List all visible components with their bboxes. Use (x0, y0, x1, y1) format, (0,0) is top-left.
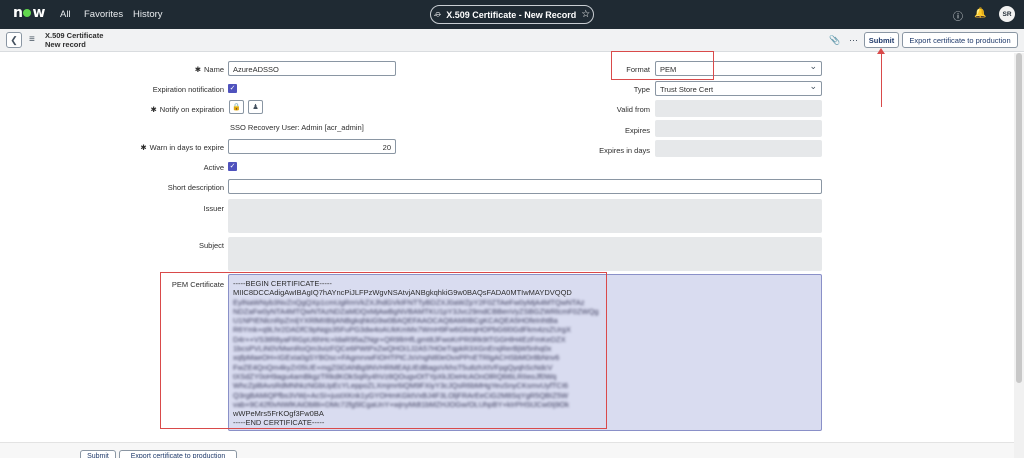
format-label: Format (626, 65, 650, 74)
format-select[interactable]: PEM (655, 61, 822, 76)
nav-favorites[interactable]: Favorites (84, 9, 123, 20)
users-icon: ♟ (252, 104, 259, 111)
subject-label: Subject (198, 241, 224, 250)
pem-line: -----BEGIN CERTIFICATE----- (233, 279, 332, 288)
bell-icon[interactable]: 🔔 (974, 8, 986, 19)
chevron-left-icon: ❮ (10, 34, 18, 45)
nav-all[interactable]: All (60, 9, 71, 20)
record-title: X.509 Certificate - New Record (446, 9, 577, 20)
warn-days-field[interactable]: 20 (228, 139, 396, 154)
issuer-label: Issuer (203, 204, 224, 213)
help-icon[interactable]: ⓘ (953, 8, 963, 23)
valid-from-field (655, 100, 822, 117)
submit-button-bottom[interactable]: Submit (80, 450, 116, 458)
pem-line: D4r++VS3tR8yaFRGpU6hHc+ldaR95aZNgr+QR9ll… (233, 334, 566, 344)
active-checkbox[interactable]: ✓ (228, 162, 237, 171)
active-label: Active (203, 163, 224, 172)
pem-line: FwZE4QnQm4kyZr05UE+mgZ0iDAhBg9NVHRMEAjUE… (233, 362, 553, 372)
pem-line: vab+9C42f0vNWlKAiObl8i+DMc72fg5lCgaUnY+w… (233, 399, 569, 409)
type-select[interactable]: Trust Store Cert (655, 81, 822, 96)
scrollbar-thumb[interactable] (1016, 53, 1022, 383)
servicenow-logo[interactable]: nw (13, 5, 45, 21)
pem-line: Q3rgBAMiQPfbs3VWj+AcSI+justXKnk1yGYOHmKG… (233, 390, 569, 400)
notify-recipient-text: SSO Recovery User: Admin [acr_admin] (230, 123, 364, 132)
warn-days-label: ✱ Warn in days to expire (140, 143, 224, 152)
back-button[interactable]: ❮ (6, 32, 22, 48)
pem-line: -----END CERTIFICATE----- (233, 418, 325, 428)
pem-line: U1NPIENlcnRpZmljYXRlMIIBIjANBgkqhkiG9w0B… (233, 316, 558, 326)
type-label: Type (633, 85, 650, 94)
expires-in-days-label: Expires in days (599, 146, 650, 155)
expires-in-days-field (655, 140, 822, 157)
expires-field (655, 120, 822, 137)
top-navigation: nw All Favorites History ⌮ X.509 Certifi… (0, 0, 1024, 29)
required-icon: ✱ (140, 143, 147, 152)
star-icon[interactable]: ☆ (581, 9, 590, 20)
form-title-record: New record (45, 39, 86, 49)
record-title-pill[interactable]: ⌮ X.509 Certificate - New Record ☆ (430, 5, 594, 24)
pem-certificate-textarea[interactable]: -----BEGIN CERTIFICATE----- MIIC8DCCAdig… (228, 274, 822, 431)
required-icon: ✱ (194, 65, 201, 74)
export-certificate-button[interactable]: Export certificate to production (902, 32, 1018, 48)
expiration-notification-checkbox[interactable]: ✓ (228, 84, 237, 93)
lock-icon: 🔒 (232, 104, 241, 111)
issuer-field (228, 199, 822, 233)
name-field[interactable]: AzureADSSO (228, 61, 396, 76)
required-icon: ✱ (150, 105, 157, 114)
name-label: ✱ Name (194, 65, 224, 74)
record-context-icon: ⌮ (433, 9, 442, 20)
pem-line: 1bcsPVLiN0VMwnRoQm3vizFQCe6PWtPxZwQHOi1J… (233, 344, 552, 354)
pem-line: MIIC8DCCAdigAwIBAgIQ7hAYncPiJLFPzWgvNSAt… (233, 288, 572, 298)
lock-button[interactable]: 🔒 (229, 100, 244, 114)
pem-line: xqfpMaeOH+IGExIa0gSYBOsc+FAgmrvwFiOHTPtC… (233, 353, 560, 363)
add-users-button[interactable]: ♟ (248, 100, 263, 114)
pem-line: wWPeMrs5FrKOgf3Fw0BA (233, 409, 324, 419)
context-menu-icon[interactable]: ≡ (29, 34, 35, 45)
avatar[interactable]: SR (999, 6, 1015, 22)
short-description-field[interactable] (228, 179, 822, 194)
export-certificate-button-bottom[interactable]: Export certificate to production (119, 450, 237, 458)
expires-label: Expires (624, 126, 650, 135)
short-description-label: Short description (167, 183, 224, 192)
attachment-icon[interactable]: 📎 (829, 35, 840, 46)
annotation-arrow-line (881, 52, 882, 107)
valid-from-label: Valid from (616, 105, 650, 114)
scrollbar[interactable] (1014, 53, 1024, 458)
annotation-arrow-icon (877, 48, 885, 54)
pem-certificate-label: PEM Certificate (171, 280, 224, 289)
pem-line: R6Ymk+q9Lhr2DADfC9pNqjs35FuPG3dw4oAUkKmM… (233, 325, 571, 335)
notify-on-expiration-label: ✱ Notify on expiration (150, 105, 225, 114)
submit-button[interactable]: Submit (864, 32, 899, 48)
pem-line: WhcZpl8AvsRdMNhkzNGbUpEcYLeppoZLXmjmr6iQ… (233, 381, 569, 391)
pem-line: EylNaWNyb3NvZnQgQXp1cmUgRmVkZXJhdGVkIFNT… (233, 297, 585, 307)
nav-history[interactable]: History (133, 9, 163, 20)
pem-line: NDZaFw0yNTA4MTQwNTAzNDZaMDQxMjAwBgNVBAMT… (233, 306, 599, 316)
subject-field (228, 237, 822, 271)
form-title: X.509 Certificate New record (45, 31, 103, 49)
more-options-icon[interactable]: ⋯ (849, 35, 858, 46)
expiration-notification-label: Expiration notification (152, 85, 224, 94)
pem-line: tXSdZY0oH9agu4amBkgzTRkdKOkSqRy4hVz8QOug… (233, 371, 557, 381)
